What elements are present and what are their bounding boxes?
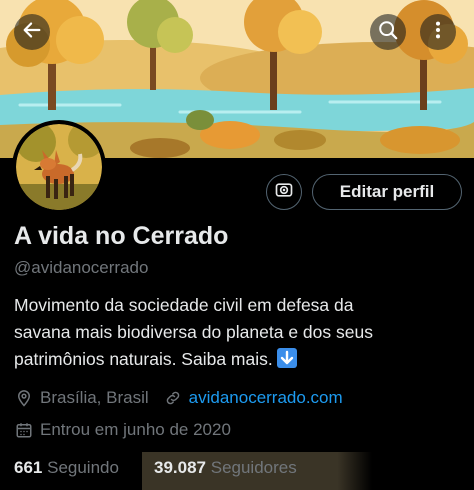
profile-location: Brasília, Brasil bbox=[40, 388, 149, 407]
arrow-left-icon bbox=[21, 19, 43, 46]
more-vertical-icon bbox=[427, 19, 449, 46]
followers-count: 39.087 bbox=[154, 458, 206, 477]
search-icon bbox=[377, 19, 399, 46]
profile-joined-date: Entrou em junho de 2020 bbox=[40, 420, 231, 439]
location-pin-icon bbox=[14, 388, 34, 408]
edit-profile-button[interactable]: Editar perfil bbox=[312, 174, 462, 210]
profile-meta-row: Brasília, Brasil avidanocerrado.com bbox=[14, 388, 343, 408]
profile-name: A vida no Cerrado bbox=[14, 222, 229, 250]
bio-line: savana mais biodiversa do planeta e dos … bbox=[14, 322, 373, 342]
subscribe-notifications-button[interactable] bbox=[266, 174, 302, 210]
following-count: 661 bbox=[14, 458, 43, 477]
profile-bio: Movimento da sociedade civil em defesa d… bbox=[14, 292, 464, 373]
bio-line-last: patrimônios naturais. Saiba mais. bbox=[14, 346, 464, 373]
link-icon bbox=[163, 388, 183, 408]
back-button[interactable] bbox=[14, 14, 50, 50]
profile-website-link[interactable]: avidanocerrado.com bbox=[189, 388, 343, 408]
following-label: Seguindo bbox=[47, 458, 119, 477]
bio-line-text: patrimônios naturais. Saiba mais. bbox=[14, 349, 273, 369]
calendar-icon bbox=[14, 420, 34, 440]
bio-line: Movimento da sociedade civil em defesa d… bbox=[14, 295, 354, 315]
more-options-button[interactable] bbox=[420, 14, 456, 50]
followers-label: Seguidores bbox=[210, 458, 297, 477]
profile-handle: @avidanocerrado bbox=[14, 258, 149, 277]
search-button[interactable] bbox=[370, 14, 406, 50]
profile-avatar[interactable] bbox=[12, 120, 106, 214]
following-link[interactable]: 661 Seguindo bbox=[14, 458, 119, 478]
down-arrow-emoji-icon bbox=[276, 348, 297, 368]
maned-wolf-avatar bbox=[16, 124, 102, 210]
profile-joined-row: Entrou em junho de 2020 bbox=[14, 420, 231, 440]
followers-link[interactable]: 39.087 Seguidores bbox=[154, 458, 297, 478]
bell-subscribe-icon bbox=[274, 180, 294, 205]
